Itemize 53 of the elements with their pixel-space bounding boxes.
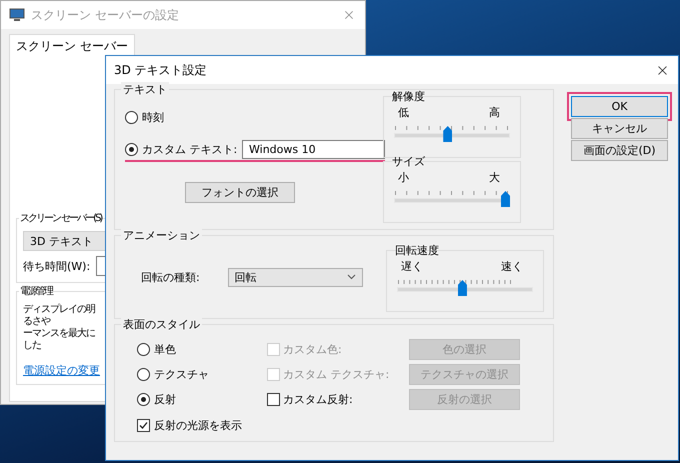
radio-button[interactable] [137,343,150,356]
radio-label: 反射 [154,392,176,407]
checkbox-label: カスタム色: [283,342,342,357]
dialog-button[interactable]: キャンセル [571,118,668,139]
chevron-down-icon [346,274,356,280]
checkbox-label: カスタム テクスチャ: [283,367,390,382]
rotation-type-label: 回転の種類: [141,270,200,284]
checkbox[interactable] [267,393,280,406]
slider-label: サイズ [391,154,426,169]
min-label: 遅く [401,259,423,274]
slider-thumb[interactable] [443,126,452,142]
radio-label: 時刻 [142,110,165,124]
group-label: 表面のスタイル [121,317,202,332]
dialog-button[interactable]: 画面の設定(D) [571,140,668,161]
radio-button[interactable] [137,368,150,381]
radio-button[interactable] [137,393,150,406]
radio-label: カスタム テキスト: [142,142,238,156]
group-label: アニメーション [121,228,202,243]
slider-label: 解像度 [391,89,426,104]
dialog-title: 3D テキスト設定 [114,62,208,78]
slider-track[interactable] [394,190,510,208]
wait-label: 待ち時間(W): [23,258,90,274]
description-text: ディスプレイの明るさや [23,304,96,328]
radio-label: テクスチャ [154,367,209,382]
max-label: 高 [489,105,500,120]
monitor-icon [9,8,25,22]
group-label: 電源管理 [19,284,53,298]
rotation-type-dropdown[interactable]: 回転 [228,268,363,286]
checkbox-label: カスタム反射: [283,392,353,407]
max-label: 大 [489,170,500,185]
close-icon [342,8,356,22]
radio-button[interactable] [125,110,138,124]
slider-thumb[interactable] [501,191,510,207]
group-label: スクリーン セーバー(S) [19,211,102,225]
group-label: テキスト [121,82,169,97]
slider-thumb[interactable] [458,280,467,296]
font-button[interactable]: フォントの選択 [185,182,295,203]
checkbox-label: 反射の光源を表示 [154,418,242,433]
radio-label: 単色 [154,342,176,357]
max-label: 速く [501,259,523,274]
description-text: ーマンスを最大にした [23,328,96,352]
window-title: スクリーン セーバーの設定 [31,6,180,24]
min-label: 小 [398,170,409,185]
custom-text-field[interactable]: Windows 10 [242,140,385,158]
min-label: 低 [398,105,409,120]
slider-track[interactable] [394,125,510,143]
slider-label: 回転速度 [394,243,440,258]
checkbox[interactable] [137,419,150,432]
radio-button[interactable] [125,142,138,156]
check-icon [139,421,148,430]
tab[interactable]: スクリーン セーバー [9,34,135,58]
slider-track[interactable] [397,279,533,297]
dialog-button[interactable]: OK [571,96,668,117]
